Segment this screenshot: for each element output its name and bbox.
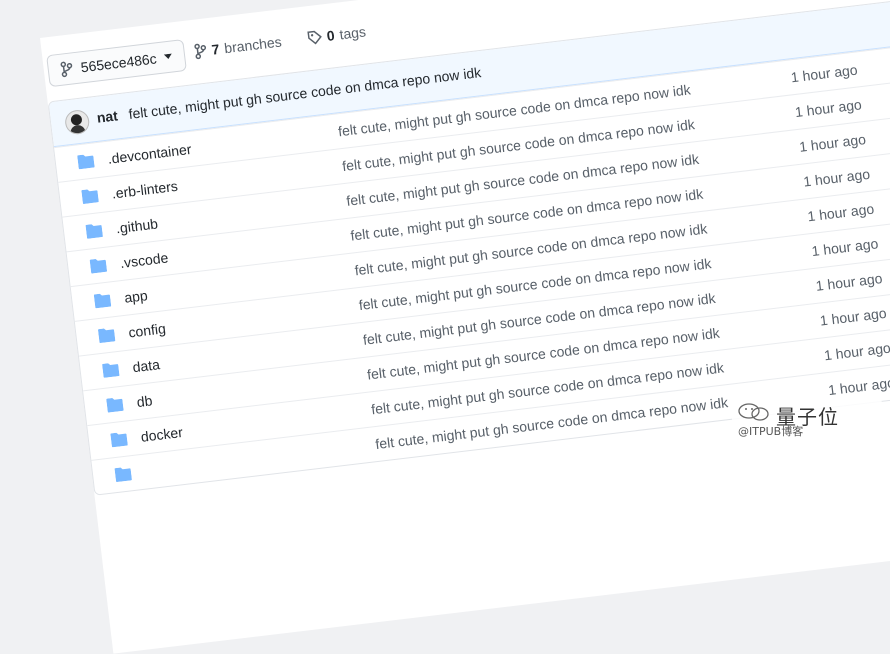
folder-icon xyxy=(81,188,99,207)
folder-icon xyxy=(110,432,128,451)
file-age: 1 hour ago xyxy=(819,304,888,329)
branches-count: 7 xyxy=(210,40,221,58)
file-name[interactable]: .vscode xyxy=(119,249,169,271)
watermark-subtitle: @ITPUB博客 xyxy=(738,425,804,438)
file-age: 1 hour ago xyxy=(827,374,890,399)
tag-icon xyxy=(307,30,323,46)
branch-name: 565ece486c xyxy=(79,50,158,76)
avatar[interactable] xyxy=(63,108,91,136)
file-age: 1 hour ago xyxy=(798,130,867,155)
file-name[interactable]: app xyxy=(123,287,148,306)
file-name[interactable]: config xyxy=(128,320,167,340)
git-branch-icon xyxy=(194,42,208,60)
file-age: 1 hour ago xyxy=(823,339,890,364)
repo-file-browser: 565ece486c 7 branches 0 tags nat felt cu… xyxy=(40,0,890,654)
watermark: 量子位 @ITPUB博客 xyxy=(732,399,882,439)
folder-icon xyxy=(89,258,108,277)
file-name[interactable]: data xyxy=(132,356,161,375)
folder-icon xyxy=(93,293,112,312)
file-name[interactable]: .github xyxy=(115,215,159,236)
git-branch-icon xyxy=(60,60,74,78)
folder-icon xyxy=(97,327,116,346)
file-age: 1 hour ago xyxy=(802,165,871,190)
folder-icon xyxy=(102,362,120,381)
file-age: 1 hour ago xyxy=(810,235,880,260)
file-age: 1 hour ago xyxy=(794,96,863,121)
file-name[interactable]: db xyxy=(136,392,153,410)
tags-link[interactable]: 0 tags xyxy=(307,23,367,46)
branch-select-button[interactable]: 565ece486c xyxy=(46,39,188,88)
folder-icon xyxy=(77,154,95,173)
file-age: 1 hour ago xyxy=(806,200,875,225)
folder-icon xyxy=(114,466,132,485)
caret-down-icon xyxy=(164,53,173,60)
folder-icon xyxy=(106,397,124,416)
folder-icon xyxy=(85,223,103,242)
tags-count: 0 xyxy=(325,27,336,44)
branches-link[interactable]: 7 branches xyxy=(194,33,283,60)
wechat-logo-icon xyxy=(738,403,772,425)
file-age: 1 hour ago xyxy=(789,61,859,86)
file-age: 1 hour ago xyxy=(814,270,884,294)
file-name[interactable]: .devcontainer xyxy=(107,141,192,167)
file-name[interactable]: docker xyxy=(140,424,184,445)
commit-author[interactable]: nat xyxy=(96,107,119,125)
file-name[interactable]: .erb-linters xyxy=(111,178,179,202)
branches-label: branches xyxy=(223,33,283,57)
tags-label: tags xyxy=(338,23,367,43)
